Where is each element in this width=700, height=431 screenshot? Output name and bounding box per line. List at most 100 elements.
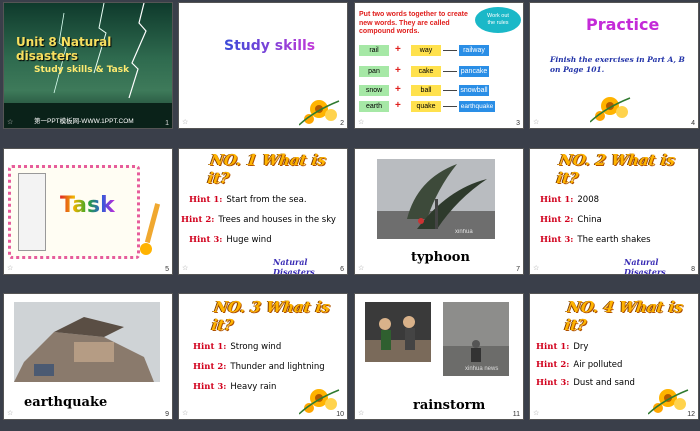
star-icon: ☆ [182, 119, 189, 126]
hint-text: Start from the sea. [226, 195, 307, 205]
hint-label: Hint 2: [540, 215, 574, 225]
hint-label: Hint 3: [193, 382, 227, 392]
plus-sign: + [395, 100, 401, 111]
star-icon: ☆ [533, 265, 540, 272]
hint-line: Hint 3: Heavy rain [193, 382, 276, 392]
hint-text: Dust and sand [573, 378, 635, 388]
hint-line: Hint 1: Dry [536, 342, 588, 352]
star-icon: ☆ [358, 265, 365, 272]
slide-number: 10 [336, 411, 344, 418]
hint-label: Hint 2: [181, 215, 215, 225]
compound-row: rail + way railway [359, 44, 519, 59]
slide-thumbnail-7[interactable]: xinhua typhoon ☆ 7 [354, 148, 524, 275]
slide-thumbnail-9[interactable]: earthquake ☆ 9 [3, 293, 173, 420]
arrow-icon [443, 106, 457, 107]
slide-title: Practice [586, 15, 660, 34]
hint-label: Hint 3: [189, 235, 223, 245]
hint-text: The earth shakes [577, 235, 651, 245]
hint-line: Hint 1: Start from the sea. [189, 195, 307, 205]
hint-line: Hint 3: Huge wind [189, 235, 272, 245]
hint-text: Heavy rain [230, 382, 277, 392]
star-icon: ☆ [533, 119, 540, 126]
compound-result: pancake [459, 66, 489, 77]
arrow-icon [443, 71, 457, 72]
hint-label: Hint 1: [540, 195, 574, 205]
word-b: quake [411, 101, 441, 112]
hint-label: Hint 1: [189, 195, 223, 205]
word-a: rail [359, 45, 389, 56]
slide-thumbnail-6[interactable]: NO. 1 What is it? Hint 1: Start from the … [178, 148, 348, 275]
word-a: earth [359, 101, 389, 112]
slide-number: 7 [516, 266, 520, 273]
slide-thumbnail-1[interactable]: Unit 8 Natural disasters Study skills & … [3, 2, 173, 129]
hint-line: Hint 1: 2008 [540, 195, 599, 205]
hint-label: Hint 1: [193, 342, 227, 352]
rainstorm-photo-1 [365, 302, 431, 362]
slide-thumbnail-11[interactable]: xinhua news rainstorm ☆ 11 [354, 293, 524, 420]
book-page-left [18, 173, 46, 251]
slide-thumbnail-5[interactable]: Task ☆ 5 [3, 148, 173, 275]
plus-sign: + [395, 65, 401, 76]
slide-thumbnail-2[interactable]: Study skills ☆ 2 [178, 2, 348, 129]
natural-disasters-banner: Natural Disasters [273, 257, 315, 275]
hint-label: Hint 1: [536, 342, 570, 352]
slide-title: Task [60, 193, 115, 218]
photo-watermark: xinhua news [465, 366, 499, 372]
hint-text: Trees and houses in the sky [218, 215, 336, 225]
slide-caption: rainstorm [413, 398, 486, 413]
slide-number: 5 [165, 266, 169, 273]
hint-text: Strong wind [230, 342, 282, 352]
hint-label: Hint 2: [536, 360, 570, 370]
slide-number: 4 [691, 120, 695, 127]
slide-body: Finish the exercises in Part A, B on Pag… [550, 55, 685, 74]
star-icon: ☆ [182, 410, 189, 417]
rainstorm-photo-2 [443, 302, 509, 376]
bubble-text: Work out the rules [487, 13, 509, 26]
hint-line: Hint 2: Air polluted [536, 360, 622, 370]
hint-line: Hint 2: China [540, 215, 602, 225]
word-b: ball [411, 85, 441, 96]
compound-row: snow + ball snowball [359, 84, 519, 99]
compound-result: railway [459, 45, 489, 56]
star-icon: ☆ [182, 265, 189, 272]
arrow-icon [443, 50, 457, 51]
hint-line: Hint 3: Dust and sand [536, 378, 635, 388]
slide-thumbnail-4[interactable]: Practice Finish the exercises in Part A,… [529, 2, 699, 129]
slide-number: 11 [512, 411, 520, 418]
slide-title: Study skills [224, 38, 316, 54]
earthquake-photo [14, 302, 160, 382]
slide-subtitle: Study skills & Task [34, 65, 130, 75]
star-icon: ☆ [358, 410, 365, 417]
star-icon: ☆ [7, 410, 14, 417]
flower-decoration-image [590, 97, 631, 123]
slide-title: NO. 2 What is it? [555, 151, 677, 187]
hint-text: 2008 [577, 195, 600, 205]
plus-sign: + [395, 44, 401, 55]
slide-number: 3 [516, 120, 520, 127]
slide-thumbnail-12[interactable]: NO. 4 What is it? Hint 1: Dry Hint 2: Air … [529, 293, 699, 420]
slide-number: 8 [691, 266, 695, 273]
hint-line: Hint 3: The earth shakes [540, 235, 651, 245]
slide-caption: earthquake [24, 395, 108, 410]
hint-label: Hint 3: [540, 235, 574, 245]
natural-disasters-banner: Natural Disasters [624, 257, 666, 275]
hint-label: Hint 3: [536, 378, 570, 388]
hint-text: Thunder and lightning [230, 362, 325, 372]
slide-thumbnail-8[interactable]: NO. 2 What is it? Hint 1: 2008 Hint 2: Chi… [529, 148, 699, 275]
slide-title: NO. 1 What is it? [206, 151, 328, 187]
star-icon: ☆ [358, 119, 365, 126]
word-a: pan [359, 66, 389, 77]
slide-thumbnail-10[interactable]: NO. 3 What is it? Hint 1: Strong wind Hin… [178, 293, 348, 420]
hint-text: Dry [573, 342, 589, 352]
arrow-icon [443, 90, 457, 91]
star-icon: ☆ [7, 119, 14, 126]
slide-number: 9 [165, 411, 169, 418]
slide-title: Unit 8 Natural disasters [16, 35, 112, 63]
slide-title: NO. 3 What is it? [210, 298, 332, 334]
slide-thumbnail-3[interactable]: Put two words together to create new wor… [354, 2, 524, 129]
hint-line: Hint 2: Trees and houses in the sky [181, 215, 336, 225]
flower-decoration-image [299, 100, 340, 126]
word-a: snow [359, 85, 389, 96]
slide-instruction: Put two words together to create new wor… [359, 11, 468, 35]
slide-title: NO. 4 What is it? [563, 298, 685, 334]
